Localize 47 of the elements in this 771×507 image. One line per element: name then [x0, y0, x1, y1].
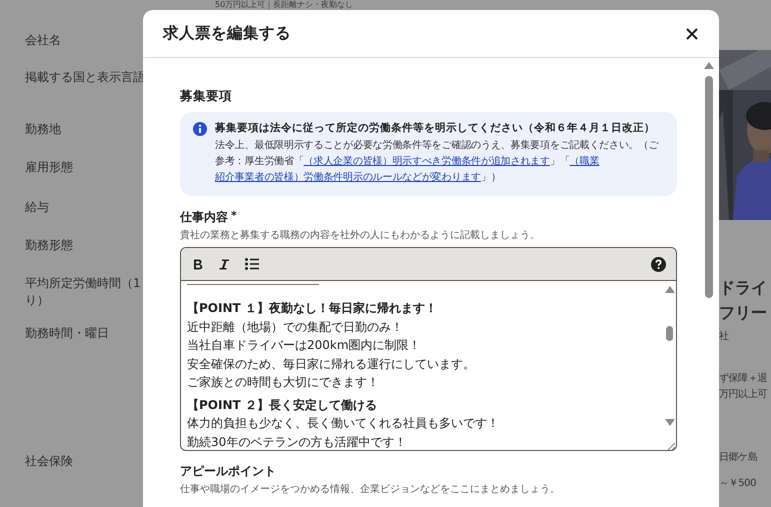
- scroll-down-icon[interactable]: [665, 419, 675, 426]
- editor-text-line: 近中距離（地場）での集配で日勤のみ！: [187, 318, 404, 336]
- editor-text-line: 当社自車ドライバーは200km圏内に制限！: [187, 337, 422, 354]
- job-summary-text: 50万円以上可｜長距離ナシ・夜勤なし: [215, 0, 354, 9]
- job-tags: ず保障＋退 万円以上可: [719, 371, 771, 403]
- notice-title: 募集要項は法令に従って所定の労働条件等を明示してください（令和６年４月１日改正）: [215, 121, 656, 136]
- scroll-up-icon[interactable]: [704, 62, 714, 69]
- reference-link[interactable]: 紹介事業者の皆様）労働条件明示のルールなどが変わります: [215, 172, 481, 183]
- form-label: 社会保険: [25, 453, 74, 470]
- info-icon: [193, 122, 207, 136]
- help-icon[interactable]: [651, 256, 666, 272]
- form-label: 給与: [25, 199, 50, 216]
- form-label: 勤務地: [25, 121, 62, 138]
- section-title: 募集要項: [180, 88, 233, 105]
- company-name: 社: [719, 330, 730, 344]
- salary-text: ～￥500: [719, 477, 758, 491]
- scrollbar-thumb[interactable]: [666, 326, 673, 341]
- reference-link[interactable]: （求人企業の皆様）明示すべき労働条件が追加されます: [304, 156, 550, 167]
- job-title: ドライ フリー: [719, 277, 768, 324]
- form-label: 雇用形態: [25, 159, 74, 176]
- field-label: アピールポイント: [180, 463, 277, 480]
- reference-link[interactable]: （職業: [570, 156, 600, 167]
- resize-grip-icon[interactable]: [665, 440, 676, 450]
- scrollbar-thumb[interactable]: [705, 76, 713, 298]
- editor-text-line: ご家族との時間も大切にできます！: [187, 374, 380, 391]
- form-label: 勤務形態: [25, 237, 74, 254]
- scroll-up-icon[interactable]: [665, 286, 675, 293]
- field-hint: 仕事や職場のイメージをつかめる情報、企業ビジョンなどをここにまとめましょう。: [180, 482, 561, 496]
- form-label: 勤務時間・曜日: [25, 325, 110, 342]
- field-label: 仕事内容: [180, 209, 228, 226]
- editor-heading: 【POINT ２】長く安定して働ける: [187, 396, 378, 414]
- notice-text: 法令上、最低限明示することが必要な労働条件等をご確認のうえ、募集要項をご記載ください。（ご参考：厚生労働省「（求人企業の皆様）明示すべき労働条件が追加されます」「（職業 紹介事業者の皆様）労働条件明示のルールなどが変わります」）: [215, 138, 660, 185]
- dialog-title: 求人票を編集する: [163, 23, 291, 44]
- editor-text-line: 安全確保のため、毎日家に帰れる運行にしています。: [187, 356, 476, 372]
- form-label: 平均所定労働時間（1 り）: [25, 275, 142, 309]
- location-text: 日郷ケ島: [719, 450, 758, 465]
- editor-text-line: 体力的負担も少なく、長く働いてくれる社員も多いです！: [187, 415, 500, 432]
- bullet-list-button[interactable]: [245, 258, 259, 270]
- italic-button[interactable]: [219, 258, 229, 270]
- bold-button[interactable]: [193, 258, 203, 270]
- field-hint: 貴社の業務と募集する職務の内容を社外の人にもわかるように記載しましょう。: [180, 228, 541, 242]
- editor-heading: 【POINT １】夜勤なし！毎日家に帰れます！: [187, 300, 438, 317]
- close-icon[interactable]: [685, 26, 699, 40]
- editor-text-line: 勤続30年のベテランの方も活躍中です！: [187, 434, 408, 450]
- rich-text-editor[interactable]: 【POINT １】夜勤なし！毎日家に帰れます！ 近中距離（地場）での集配で日勤のみ！ 当社自車ドライバーは200km圏内に制限！ 安全確保のため、毎日家に帰れる運行にしています。 ご家族との時間も大切にできます！ 【POINT ２】長く安定して働ける 体力的負担も少なく、長く働いてくれる社員も多いです！ 勤続30年のベテランの方も活躍中です！: [180, 247, 677, 451]
- form-label: 会社名: [25, 32, 62, 49]
- required-mark: *: [231, 209, 237, 222]
